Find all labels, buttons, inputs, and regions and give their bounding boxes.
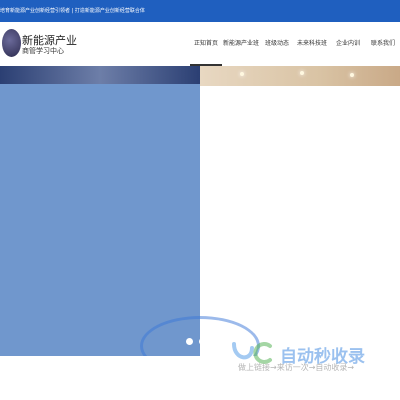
banner-right-area [200,66,400,356]
nav-item-new-energy-class[interactable]: 新能源产业班 [222,22,260,66]
brand-subtitle: 商管学习中心 [22,47,64,55]
nav-item-corporate-training[interactable]: 企业内训 [330,22,366,66]
nav-item-home[interactable]: 正知首页 [190,22,222,66]
nav-item-contact-us[interactable]: 联系我们 [366,22,400,66]
carousel-dot-1[interactable] [186,338,193,345]
carousel-indicators [186,338,206,345]
nav-item-class-news[interactable]: 班级动态 [260,22,294,66]
carousel-dot-2[interactable] [199,338,206,345]
hero-carousel[interactable] [0,66,400,356]
banner-top-strip [0,66,200,86]
ceiling-light [350,73,354,77]
ceiling-light [300,71,304,75]
banner-blue-panel [0,84,200,356]
site-header: 新能源产业 商管学习中心 正知首页 新能源产业班 班级动态 未来科技班 企业内训… [0,22,400,66]
site-logo[interactable] [2,29,21,57]
watermark-logo-icon [232,342,272,364]
watermark: 自动秒收录 做上链接→来访一次→自动收录→ [230,340,400,400]
ceiling-light [240,72,244,76]
nav-item-future-tech-class[interactable]: 未来科技班 [294,22,330,66]
main-nav: 正知首页 新能源产业班 班级动态 未来科技班 企业内训 联系我们 [190,22,400,66]
watermark-subtitle: 做上链接→来访一次→自动收录→ [238,363,355,372]
banner-room-image [200,66,400,86]
top-announcement-bar: 培育新能源产业创新经营引领者 | 打造新能源产业创新经营联合体 [0,0,400,22]
announcement-text: 培育新能源产业创新经营引领者 | 打造新能源产业创新经营联合体 [0,8,145,14]
